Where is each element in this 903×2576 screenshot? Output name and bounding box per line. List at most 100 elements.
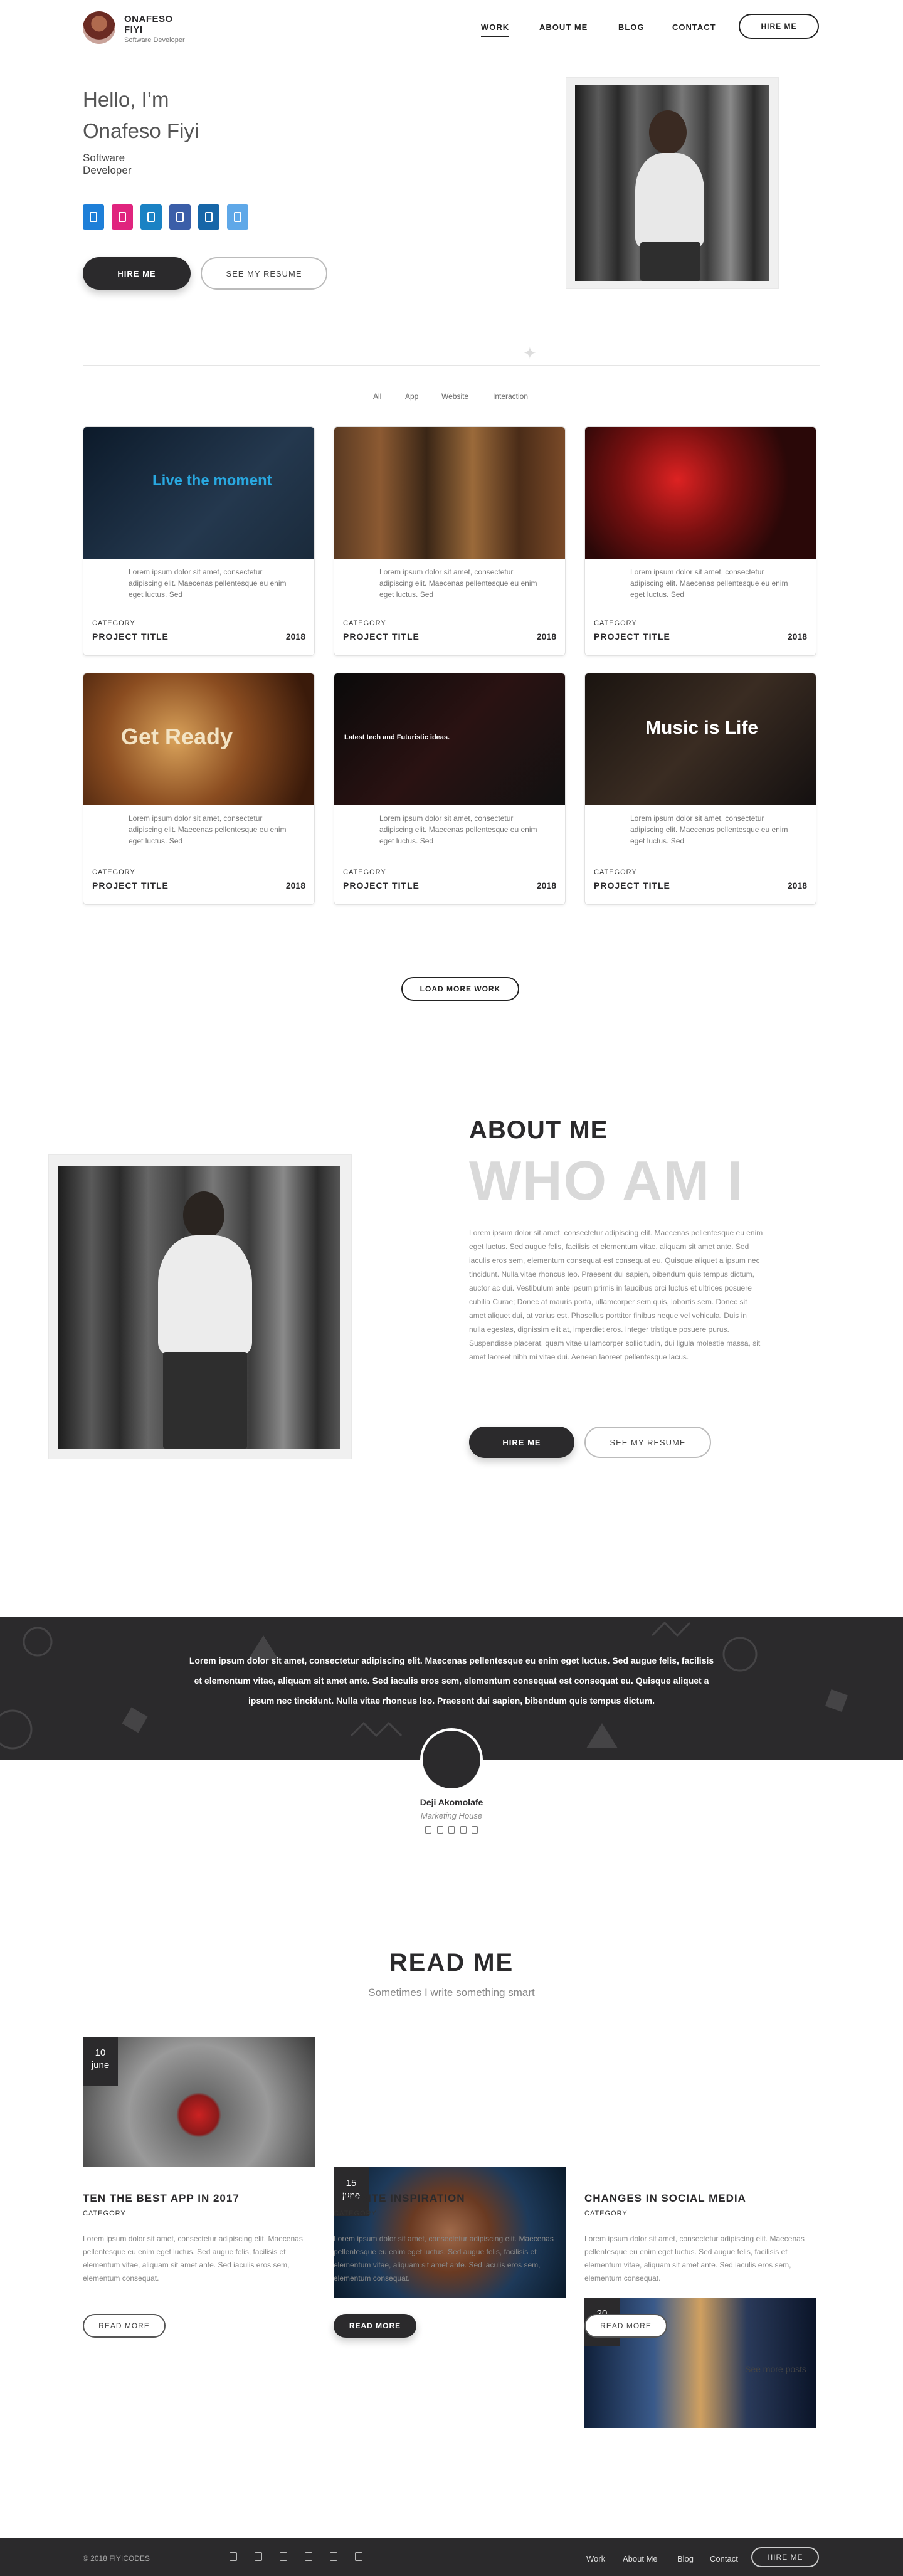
nav-contact[interactable]: CONTACT xyxy=(672,23,716,32)
footer-copyright: © 2018 FIYICODES xyxy=(83,2554,150,2563)
carousel-dot[interactable] xyxy=(436,1826,443,1834)
load-more-button[interactable]: LOAD MORE WORK xyxy=(401,977,519,1001)
project-category: CATEGORY xyxy=(594,868,637,876)
carousel-dot[interactable] xyxy=(472,1826,478,1834)
project-category: CATEGORY xyxy=(594,620,637,627)
post-category: CATEGORY xyxy=(334,2210,377,2217)
post-date: 10 june xyxy=(83,2037,118,2086)
project-title: PROJECT TITLE xyxy=(92,880,169,890)
post-month: june xyxy=(91,2060,110,2071)
post-title[interactable]: TEN THE BEST APP IN 2017 xyxy=(83,2192,240,2205)
testimonial-dots xyxy=(425,1826,478,1834)
footer-hire-button[interactable]: HIRE ME xyxy=(751,2547,819,2567)
project-card[interactable]: Latest tech and Futuristic ideas. Lorem i… xyxy=(334,673,566,905)
footer-social-icon[interactable] xyxy=(305,2552,312,2561)
about-photo-frame xyxy=(49,1155,351,1459)
project-thumbnail-text: Latest tech and Futuristic ideas. xyxy=(344,734,450,741)
social-icon[interactable] xyxy=(169,204,191,230)
project-thumbnail-text: Music is Life xyxy=(645,717,759,738)
about-text: Lorem ipsum dolor sit amet, consectetur … xyxy=(469,1228,763,1361)
project-thumbnail-text: Live the moment xyxy=(152,472,272,489)
about-hire-button[interactable]: HIRE ME xyxy=(469,1427,574,1458)
carousel-dot[interactable] xyxy=(448,1826,455,1834)
social-icon[interactable] xyxy=(140,204,162,230)
project-category: CATEGORY xyxy=(92,868,135,876)
hero-greeting: Hello, I’m xyxy=(83,88,169,111)
project-thumbnail[interactable]: Latest tech and Futuristic ideas. xyxy=(334,673,565,805)
project-year: 2018 xyxy=(285,880,305,890)
project-card[interactable]: Live the moment Lorem ipsum dolor sit ame… xyxy=(83,426,315,656)
project-thumbnail[interactable]: Get Ready xyxy=(83,673,314,805)
project-title: PROJECT TITLE xyxy=(594,631,670,641)
project-year: 2018 xyxy=(536,880,556,890)
logo-avatar[interactable] xyxy=(83,11,115,44)
filter-website[interactable]: Website xyxy=(441,392,468,401)
project-year: 2018 xyxy=(787,880,807,890)
footer-social-icon[interactable] xyxy=(255,2552,262,2561)
footer-link-work[interactable]: Work xyxy=(586,2554,605,2563)
footer-social-icon[interactable] xyxy=(330,2552,337,2561)
project-description: Lorem ipsum dolor sit amet, consectetur … xyxy=(379,814,537,845)
footer-link-contact[interactable]: Contact xyxy=(710,2554,738,2563)
filter-interaction[interactable]: Interaction xyxy=(493,392,528,401)
hero-hire-button[interactable]: HIRE ME xyxy=(83,257,191,290)
project-card[interactable]: Lorem ipsum dolor sit amet, consectetur … xyxy=(334,426,566,656)
project-card[interactable]: Lorem ipsum dolor sit amet, consectetur … xyxy=(584,426,816,656)
social-icon[interactable] xyxy=(112,204,133,230)
about-photo xyxy=(58,1166,340,1449)
hero-role: Software Developer xyxy=(83,152,132,176)
project-year: 2018 xyxy=(536,631,556,641)
footer-link-blog[interactable]: Blog xyxy=(677,2554,694,2563)
nav-blog[interactable]: BLOG xyxy=(618,23,645,32)
post-day: 15 xyxy=(346,2178,357,2188)
filter-all[interactable]: All xyxy=(373,392,381,401)
section-divider xyxy=(83,365,820,366)
see-more-posts-link[interactable]: See more posts xyxy=(745,2364,806,2374)
post-category: CATEGORY xyxy=(584,2210,628,2217)
social-icon[interactable] xyxy=(227,204,248,230)
post-day: 10 xyxy=(95,2047,106,2058)
post-title[interactable]: CHANGES IN SOCIAL MEDIA xyxy=(584,2192,746,2205)
post-excerpt: Lorem ipsum dolor sit amet, consectetur … xyxy=(83,2234,303,2283)
read-more-button[interactable]: READ MORE xyxy=(334,2314,416,2338)
footer-social-icon[interactable] xyxy=(280,2552,287,2561)
project-category: CATEGORY xyxy=(343,868,386,876)
project-description: Lorem ipsum dolor sit amet, consectetur … xyxy=(379,567,537,599)
hero-resume-button[interactable]: SEE MY RESUME xyxy=(201,257,327,290)
project-category: CATEGORY xyxy=(92,620,135,627)
project-description: Lorem ipsum dolor sit amet, consectetur … xyxy=(129,567,287,599)
social-icon[interactable] xyxy=(83,204,104,230)
project-thumbnail[interactable] xyxy=(334,427,565,559)
filter-app[interactable]: App xyxy=(405,392,418,401)
project-title: PROJECT TITLE xyxy=(92,631,169,641)
footer-social-icon[interactable] xyxy=(230,2552,237,2561)
project-title: PROJECT TITLE xyxy=(594,880,670,890)
post-image[interactable]: 10 june xyxy=(83,2037,315,2167)
nav-work[interactable]: WORK xyxy=(481,23,510,37)
project-title: PROJECT TITLE xyxy=(343,880,420,890)
project-description: Lorem ipsum dolor sit amet, consectetur … xyxy=(129,814,287,845)
social-icon[interactable] xyxy=(198,204,219,230)
logo-name[interactable]: ONAFESO FIYI xyxy=(124,14,173,35)
about-resume-button[interactable]: SEE MY RESUME xyxy=(584,1427,711,1458)
post-excerpt: Lorem ipsum dolor sit amet, consectetur … xyxy=(334,2234,554,2283)
project-thumbnail[interactable] xyxy=(585,427,816,559)
project-thumbnail[interactable]: Music is Life xyxy=(585,673,816,805)
nav-about-me[interactable]: ABOUT ME xyxy=(539,23,588,32)
project-category: CATEGORY xyxy=(343,620,386,627)
carousel-dot[interactable] xyxy=(460,1826,467,1834)
post-category: CATEGORY xyxy=(83,2210,126,2217)
carousel-dot[interactable] xyxy=(425,1826,431,1834)
header-hire-button[interactable]: HIRE ME xyxy=(739,14,819,39)
post-title[interactable]: WEBSITE INSPIRATION xyxy=(334,2192,465,2205)
hero-photo-frame xyxy=(566,78,778,288)
project-card[interactable]: Music is Life Lorem ipsum dolor sit amet,… xyxy=(584,673,816,905)
project-card[interactable]: Get Ready Lorem ipsum dolor sit amet, con… xyxy=(83,673,315,905)
footer-link-about[interactable]: About Me xyxy=(623,2554,658,2563)
read-more-button[interactable]: READ MORE xyxy=(83,2314,166,2338)
plus-icon: ✦ xyxy=(523,344,537,362)
read-more-button[interactable]: READ MORE xyxy=(584,2314,667,2338)
project-thumbnail[interactable]: Live the moment xyxy=(83,427,314,559)
logo-name-line2: FIYI xyxy=(124,24,143,35)
footer-social-icon[interactable] xyxy=(355,2552,362,2561)
